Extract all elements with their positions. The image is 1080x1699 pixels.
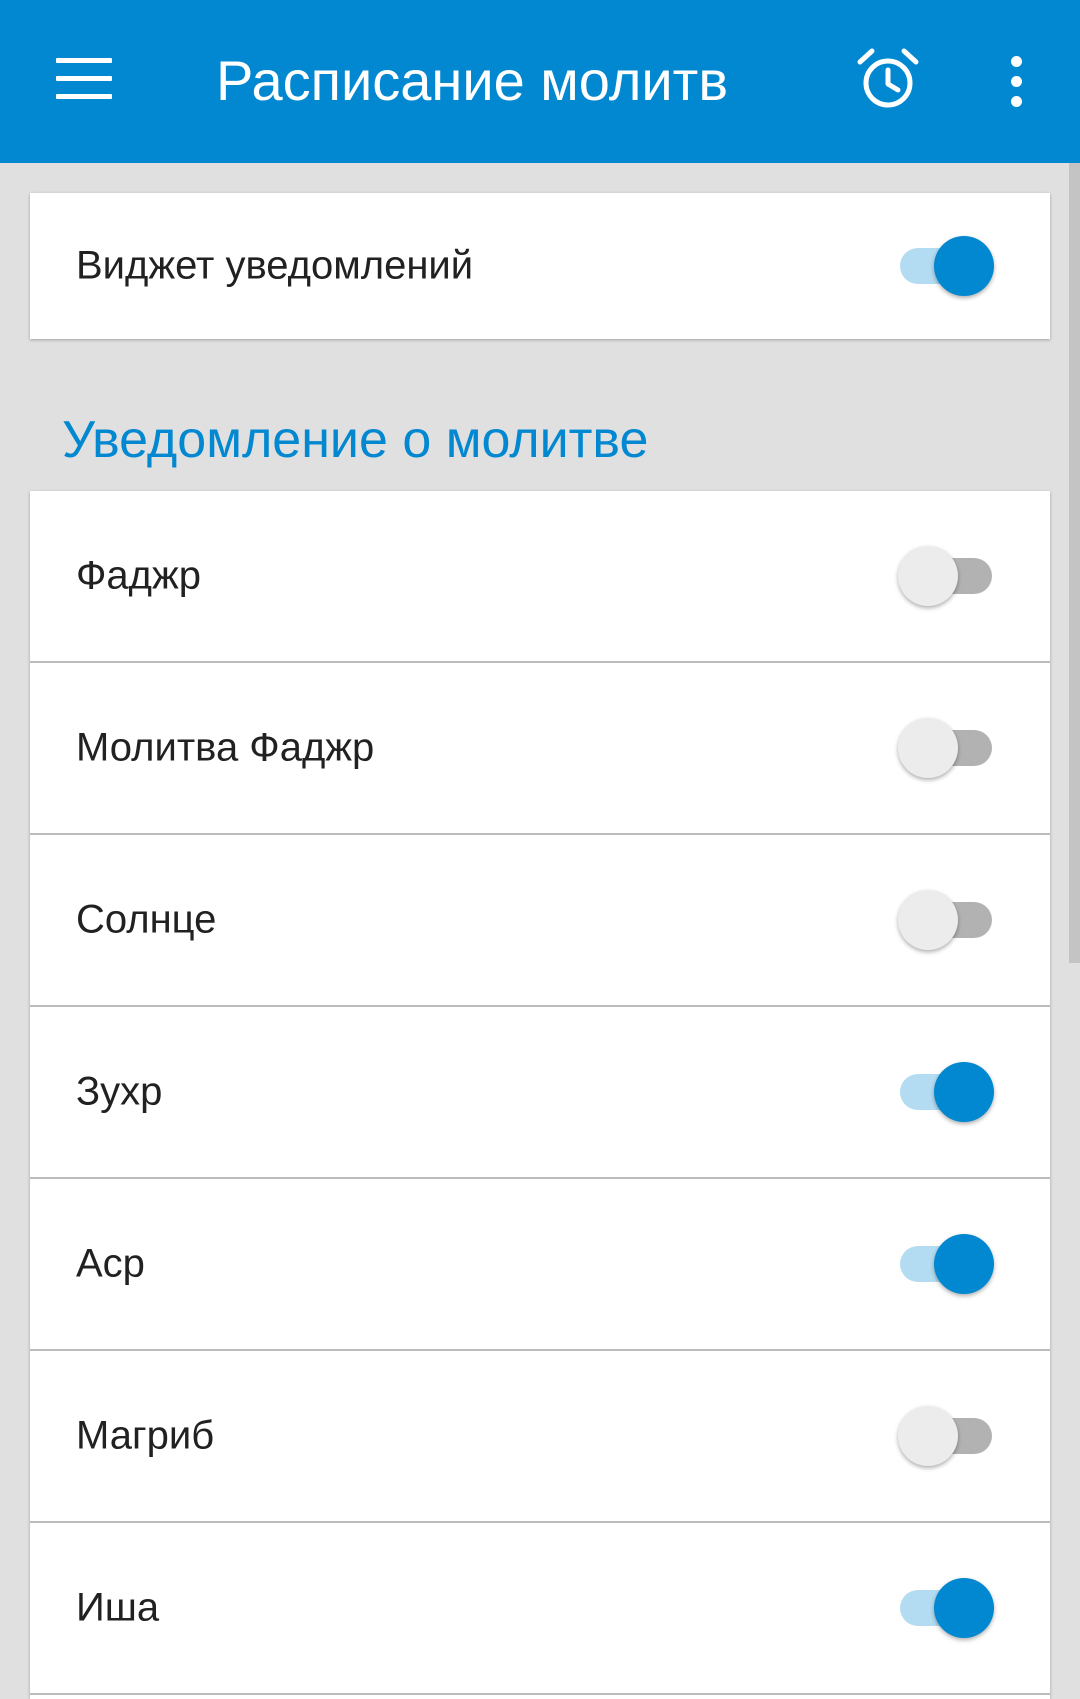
- prayer-label: Аср: [76, 1241, 145, 1286]
- prayer-label: Иша: [76, 1585, 160, 1630]
- switch-thumb: [898, 890, 958, 950]
- switch-thumb: [934, 1578, 994, 1638]
- widget-notification-row[interactable]: Виджет уведомлений: [30, 193, 1050, 339]
- alarm-clock-icon[interactable]: [856, 46, 920, 112]
- widget-card: Виджет уведомлений: [30, 193, 1050, 339]
- switch-thumb: [898, 546, 958, 606]
- prayer-notifications-card: Фаджр Молитва Фаджр Солнце Зухр Аср Магр…: [30, 491, 1050, 1699]
- prayer-row-fajr-prayer[interactable]: Молитва Фаджр: [30, 663, 1050, 835]
- prayer-row-fajr[interactable]: Фаджр: [30, 491, 1050, 663]
- prayer-label: Магриб: [76, 1413, 215, 1458]
- prayer-row-sunrise[interactable]: Солнце: [30, 835, 1050, 1007]
- menu-line: [56, 58, 112, 63]
- prayer-switch-isha[interactable]: [898, 1576, 994, 1640]
- prayer-row-maghrib[interactable]: Магриб: [30, 1351, 1050, 1523]
- widget-notification-switch[interactable]: [898, 234, 994, 298]
- prayer-label: Фаджр: [76, 553, 201, 598]
- switch-thumb: [898, 718, 958, 778]
- switch-thumb: [934, 1234, 994, 1294]
- prayer-switch-fajr-prayer[interactable]: [898, 716, 994, 780]
- dot: [1011, 76, 1022, 87]
- more-vertical-icon[interactable]: [996, 54, 1036, 110]
- prayer-row-dhuhr[interactable]: Зухр: [30, 1007, 1050, 1179]
- section-title: Уведомление о молитве: [62, 411, 649, 469]
- app-bar: Расписание молитв: [0, 0, 1080, 163]
- menu-line: [56, 76, 112, 81]
- prayer-switch-dhuhr[interactable]: [898, 1060, 994, 1124]
- prayer-row-asr[interactable]: Аср: [30, 1179, 1050, 1351]
- switch-thumb: [898, 1406, 958, 1466]
- prayer-switch-maghrib[interactable]: [898, 1404, 994, 1468]
- hamburger-menu-icon[interactable]: [56, 58, 112, 100]
- prayer-switch-sunrise[interactable]: [898, 888, 994, 952]
- prayer-label: Молитва Фаджр: [76, 725, 375, 770]
- widget-notification-label: Виджет уведомлений: [76, 243, 474, 288]
- switch-thumb: [934, 236, 994, 296]
- switch-thumb: [934, 1062, 994, 1122]
- prayer-label: Зухр: [76, 1069, 163, 1114]
- page-title: Расписание молитв: [216, 49, 729, 112]
- menu-line: [56, 94, 112, 99]
- dot: [1011, 56, 1022, 67]
- prayer-switch-asr[interactable]: [898, 1232, 994, 1296]
- dot: [1011, 96, 1022, 107]
- prayer-label: Солнце: [76, 897, 217, 942]
- prayer-switch-fajr[interactable]: [898, 544, 994, 608]
- prayer-row-isha[interactable]: Иша: [30, 1523, 1050, 1695]
- scrollbar[interactable]: [1069, 163, 1080, 963]
